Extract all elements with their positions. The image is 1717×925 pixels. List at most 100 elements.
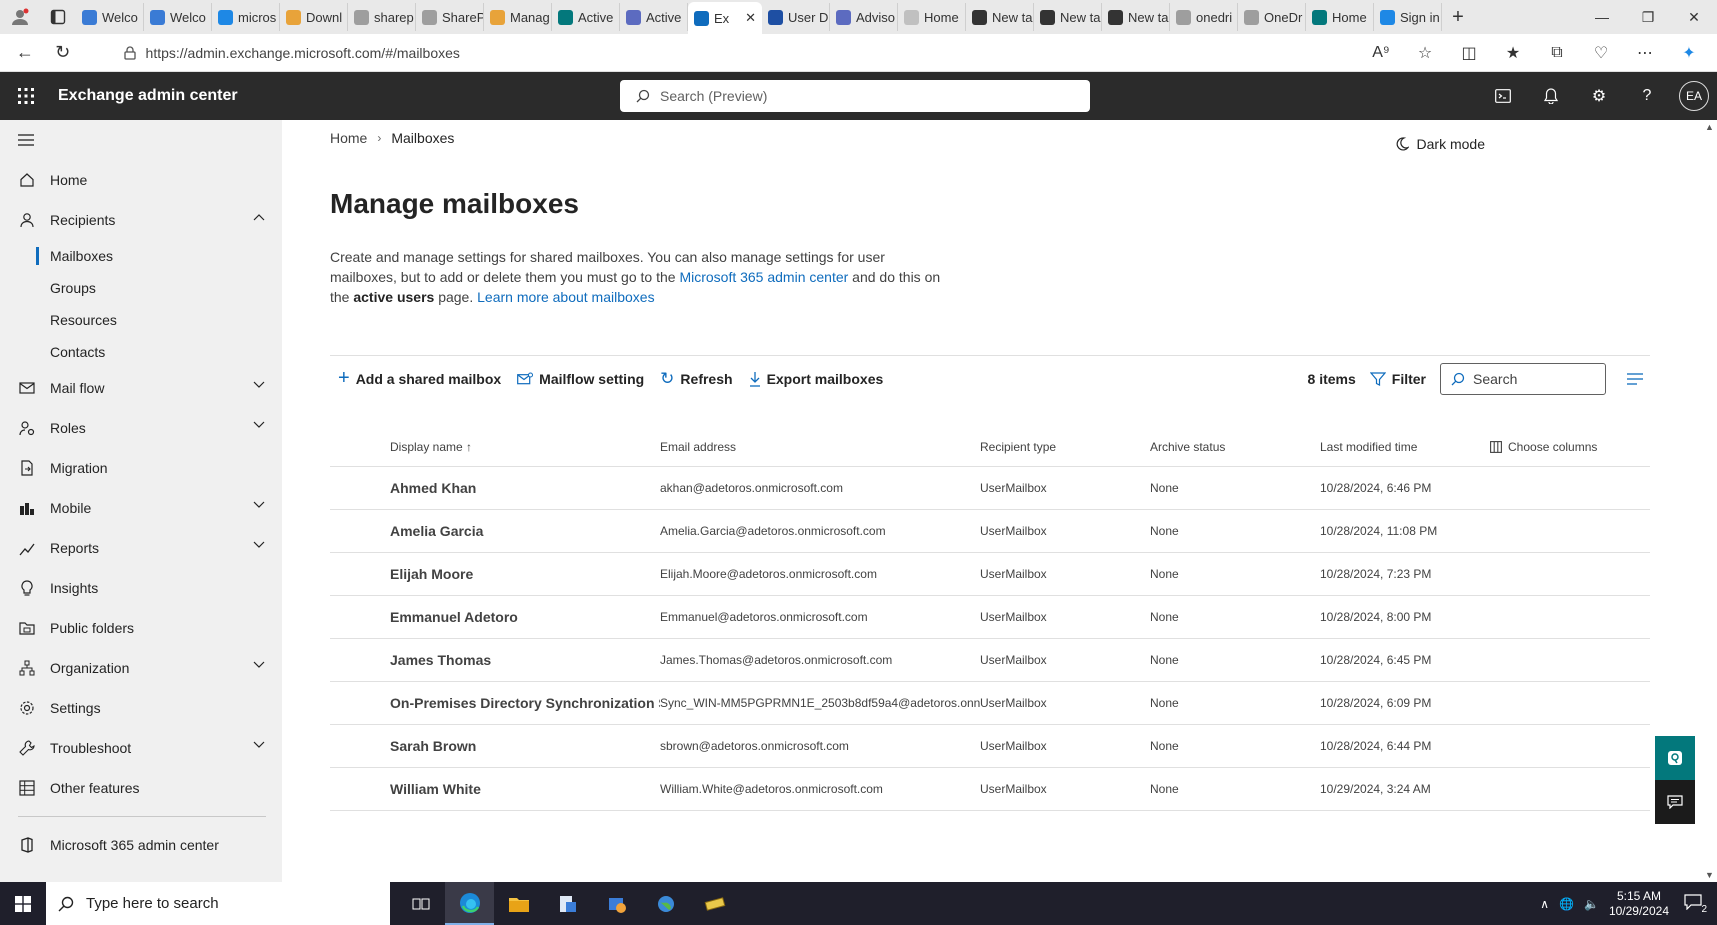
browser-tab[interactable]: Active: [620, 3, 688, 31]
browser-tab[interactable]: ShareP: [416, 3, 484, 31]
cell-display-name[interactable]: On-Premises Directory Synchronization S: [390, 695, 660, 711]
close-window-button[interactable]: ✕: [1671, 0, 1717, 34]
copilot-icon[interactable]: ✦: [1667, 36, 1711, 70]
table-search-input[interactable]: Search: [1440, 362, 1606, 395]
favorite-star-icon[interactable]: ☆: [1403, 36, 1447, 70]
browser-tab[interactable]: onedri: [1170, 3, 1238, 31]
close-tab-icon[interactable]: ✕: [745, 10, 756, 26]
show-hidden-icons-chevron-icon[interactable]: ∧: [1540, 897, 1549, 911]
table-row[interactable]: William White William.White@adetoros.onmi…: [330, 768, 1650, 811]
app-launcher-icon[interactable]: [0, 72, 52, 120]
filter-button[interactable]: Filter: [1369, 371, 1426, 387]
cell-display-name[interactable]: Ahmed Khan: [390, 480, 660, 496]
nav-item-insights[interactable]: Insights: [0, 568, 282, 608]
restore-button[interactable]: ❐: [1625, 0, 1671, 34]
workspaces-icon[interactable]: [40, 0, 76, 34]
table-row[interactable]: Ahmed Khan akhan@adetoros.onmicrosoft.com…: [330, 467, 1650, 510]
minimize-button[interactable]: —: [1579, 0, 1625, 34]
more-options-icon[interactable]: ⋯: [1623, 36, 1667, 70]
sidebar-item-resources[interactable]: Resources: [0, 304, 282, 336]
microsoft-365-admin-center-link[interactable]: Microsoft 365 admin center: [679, 269, 848, 285]
cell-display-name[interactable]: Sarah Brown: [390, 738, 660, 754]
column-email-address[interactable]: Email address: [660, 440, 980, 454]
browser-tab[interactable]: OneDr: [1238, 3, 1306, 31]
notifications-icon[interactable]: [1527, 72, 1575, 120]
sidebar-item-groups[interactable]: Groups: [0, 272, 282, 304]
table-row[interactable]: Emmanuel Adetoro Emmanuel@adetoros.onmicr…: [330, 596, 1650, 639]
back-icon[interactable]: ←: [6, 34, 44, 72]
new-tab-button[interactable]: +: [1442, 6, 1474, 29]
browser-tab[interactable]: New ta: [1102, 3, 1170, 31]
browser-tab[interactable]: Adviso: [830, 3, 898, 31]
choose-columns-button[interactable]: Choose columns: [1490, 440, 1650, 454]
cell-display-name[interactable]: Emmanuel Adetoro: [390, 609, 660, 625]
cell-display-name[interactable]: Amelia Garcia: [390, 523, 660, 539]
browser-tab[interactable]: Home: [898, 3, 966, 31]
url-field[interactable]: https://admin.exchange.microsoft.com/#/m…: [112, 38, 1359, 68]
breadcrumb-home[interactable]: Home: [330, 130, 367, 146]
export-mailboxes-button[interactable]: Export mailboxes: [741, 361, 892, 397]
help-icon[interactable]: ?: [1623, 72, 1671, 120]
nav-item-mobile[interactable]: Mobile: [0, 488, 282, 528]
header-search-input[interactable]: Search (Preview): [620, 80, 1090, 112]
nav-item-settings[interactable]: Settings: [0, 688, 282, 728]
column-recipient-type[interactable]: Recipient type: [980, 440, 1150, 454]
collapse-nav-icon[interactable]: [0, 120, 282, 160]
windows-start-icon[interactable]: [0, 882, 46, 925]
table-row[interactable]: Elijah Moore Elijah.Moore@adetoros.onmicr…: [330, 553, 1650, 596]
collections-icon[interactable]: ⧉: [1535, 36, 1579, 70]
app-name[interactable]: Exchange admin center: [58, 87, 618, 105]
add-shared-mailbox-button[interactable]: + Add a shared mailbox: [330, 361, 509, 397]
browser-tab[interactable]: Downl: [280, 3, 348, 31]
nav-item-organization[interactable]: Organization: [0, 648, 282, 688]
page-scrollbar[interactable]: ▲ ▼: [1700, 120, 1717, 882]
edge-icon[interactable]: [445, 882, 494, 925]
column-display-name[interactable]: Display name ↑: [390, 440, 660, 454]
refresh-button[interactable]: ↻ Refresh: [652, 361, 740, 397]
read-aloud-icon[interactable]: A⁹: [1359, 36, 1403, 70]
browser-tab[interactable]: Manag: [484, 3, 552, 31]
browser-tab[interactable]: New ta: [966, 3, 1034, 31]
nav-item-home[interactable]: Home: [0, 160, 282, 200]
browser-tab[interactable]: Sign in: [1374, 3, 1442, 31]
sidebar-item-mailboxes[interactable]: Mailboxes: [0, 240, 282, 272]
nav-item-reports[interactable]: Reports: [0, 528, 282, 568]
favorites-icon[interactable]: ★: [1491, 36, 1535, 70]
nav-item-recipients[interactable]: Recipients: [0, 200, 282, 240]
cell-display-name[interactable]: Elijah Moore: [390, 566, 660, 582]
nav-item-roles[interactable]: Roles: [0, 408, 282, 448]
taskbar-search-input[interactable]: Type here to search: [46, 882, 390, 925]
browser-tab[interactable]: micros: [212, 3, 280, 31]
column-archive-status[interactable]: Archive status: [1150, 440, 1320, 454]
volume-muted-icon[interactable]: 🔈: [1584, 897, 1599, 911]
browser-tab[interactable]: Home: [1306, 3, 1374, 31]
shell-icon[interactable]: [1479, 72, 1527, 120]
settings-gear-icon[interactable]: ⚙: [1575, 72, 1623, 120]
browser-tab[interactable]: Welco: [144, 3, 212, 31]
nav-item-migration[interactable]: Migration: [0, 448, 282, 488]
network-globe-icon[interactable]: [641, 882, 690, 925]
browser-tab[interactable]: sharep: [348, 3, 416, 31]
feedback-button[interactable]: [1655, 780, 1695, 824]
server-manager-icon[interactable]: [543, 882, 592, 925]
profile-icon[interactable]: [0, 0, 40, 34]
table-row[interactable]: On-Premises Directory Synchronization SS…: [330, 682, 1650, 725]
table-row[interactable]: James Thomas James.Thomas@adetoros.onmicr…: [330, 639, 1650, 682]
browser-tab[interactable]: User D: [762, 3, 830, 31]
browser-essentials-icon[interactable]: ♡: [1579, 36, 1623, 70]
browser-tab[interactable]: New ta: [1034, 3, 1102, 31]
nav-item-microsoft-365-admin-center[interactable]: Microsoft 365 admin center: [0, 825, 282, 865]
file-explorer-icon[interactable]: [494, 882, 543, 925]
avatar[interactable]: EA: [1679, 81, 1709, 111]
help-support-button[interactable]: [1655, 736, 1695, 780]
sidebar-item-contacts[interactable]: Contacts: [0, 336, 282, 368]
dark-mode-toggle[interactable]: Dark mode: [1395, 136, 1485, 152]
table-row[interactable]: Amelia Garcia Amelia.Garcia@adetoros.onmi…: [330, 510, 1650, 553]
nav-item-public-folders[interactable]: Public folders: [0, 608, 282, 648]
table-row[interactable]: Sarah Brown sbrown@adetoros.onmicrosoft.c…: [330, 725, 1650, 768]
list-options-icon[interactable]: [1620, 372, 1650, 385]
cell-display-name[interactable]: James Thomas: [390, 652, 660, 668]
column-last-modified-time[interactable]: Last modified time: [1320, 440, 1490, 454]
mailflow-setting-button[interactable]: Mailflow setting: [509, 361, 652, 397]
browser-tab[interactable]: Welco: [76, 3, 144, 31]
